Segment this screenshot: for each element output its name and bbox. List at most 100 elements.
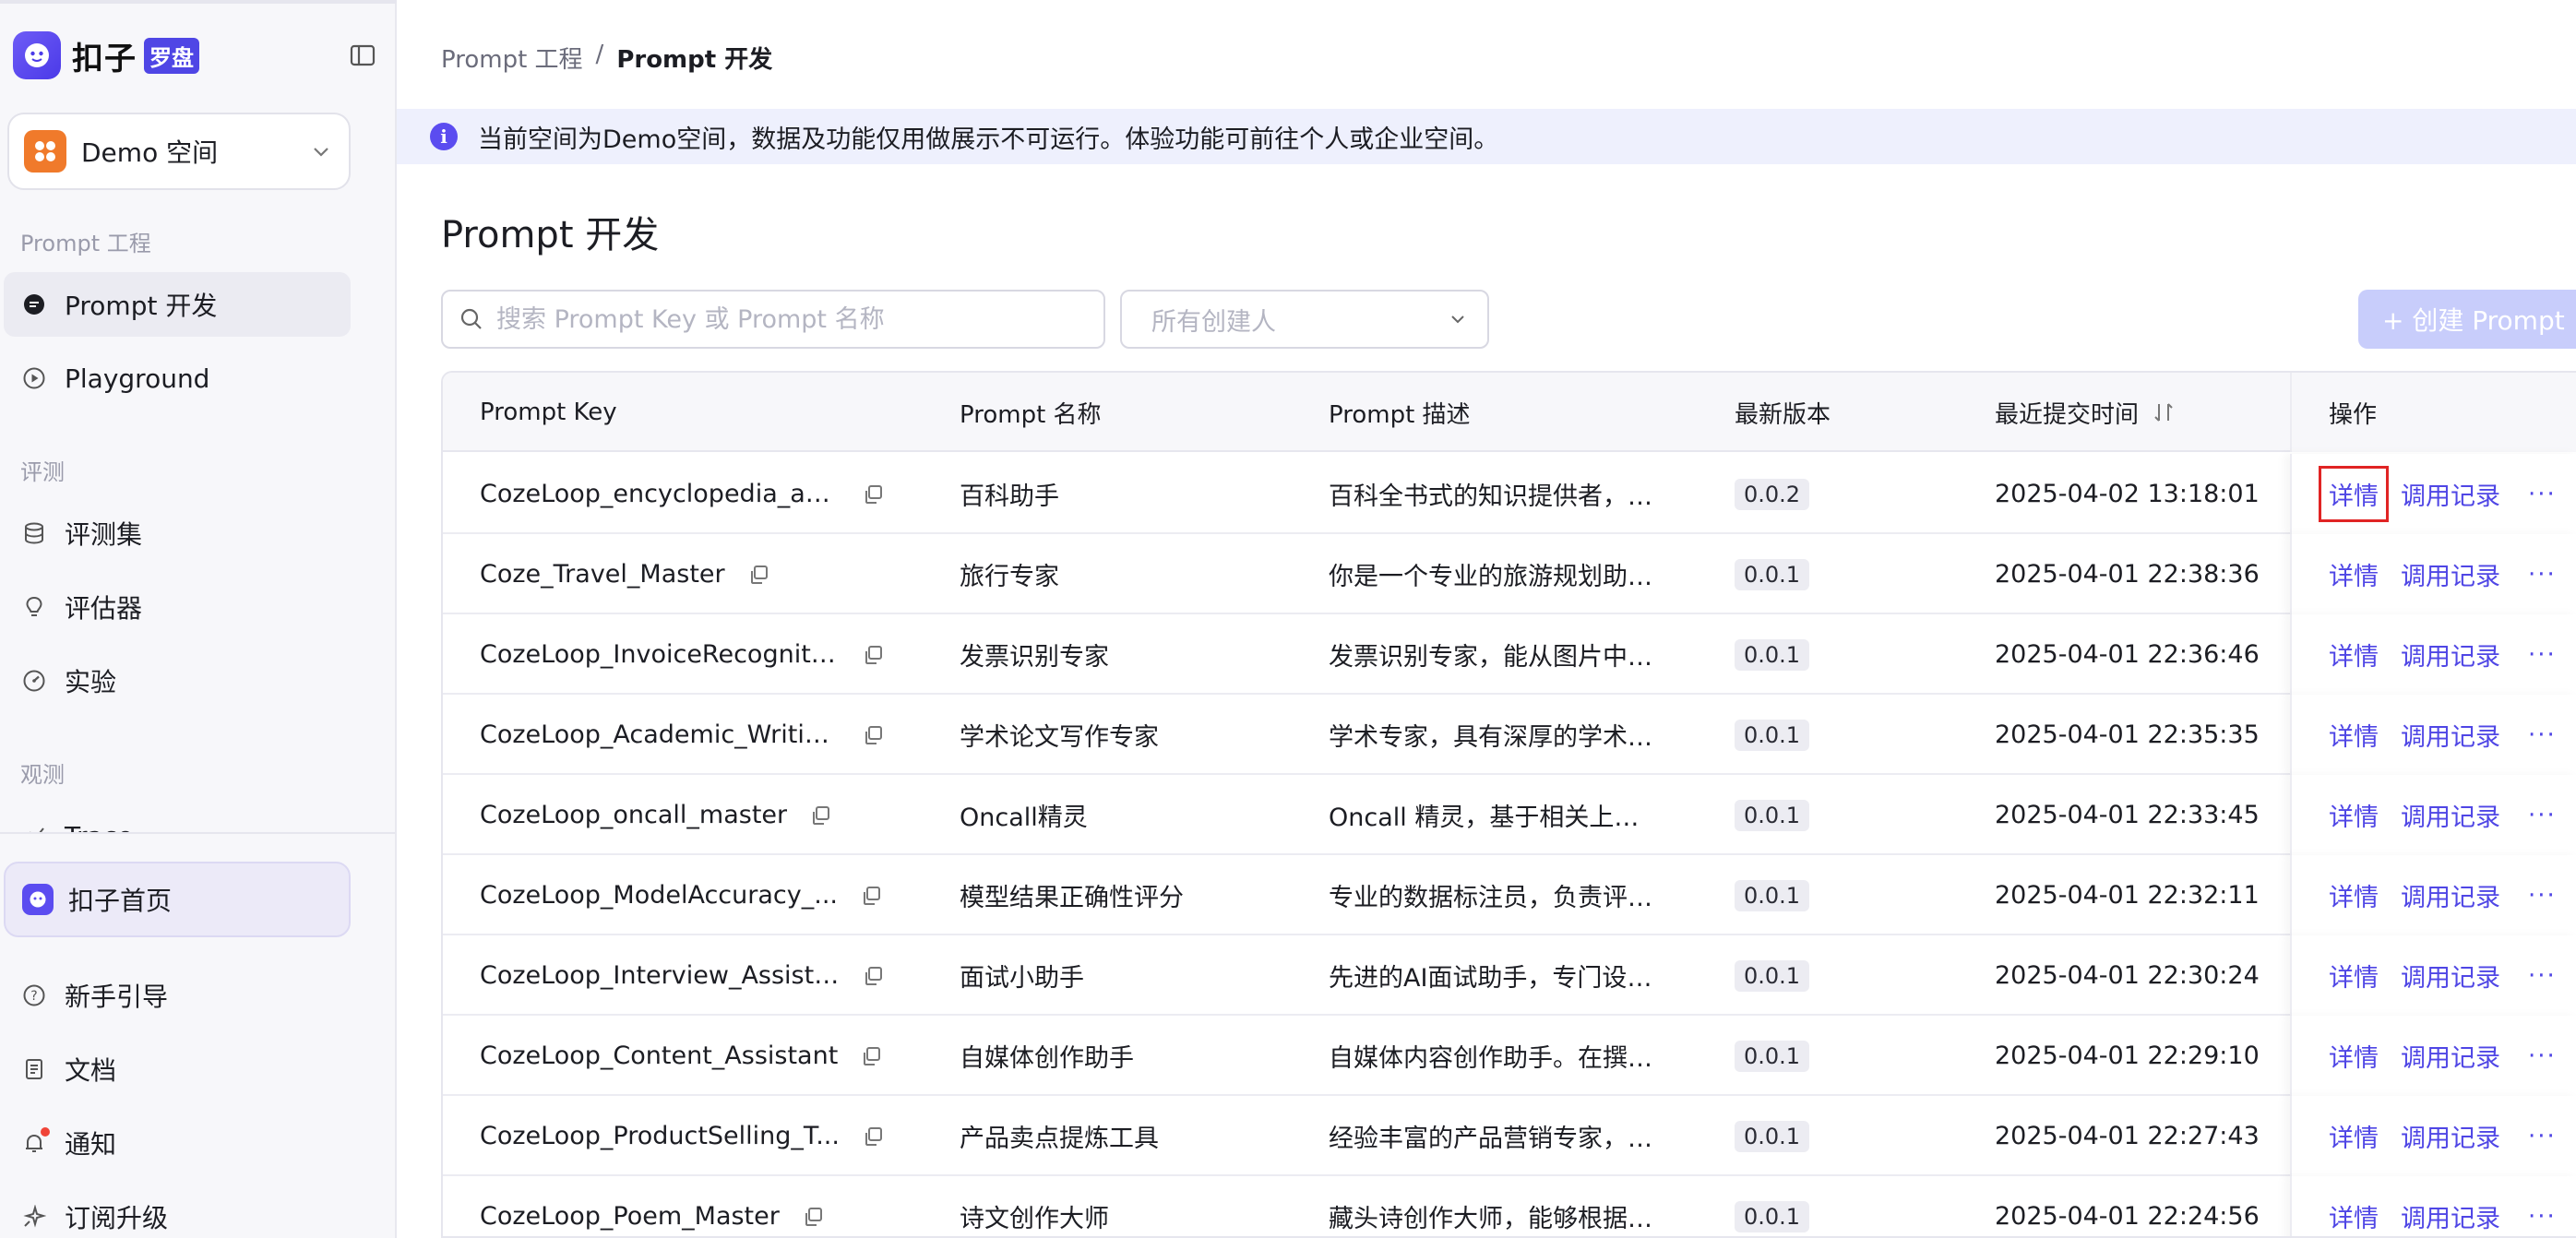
nav-item-experiment[interactable]: 实验 (4, 649, 351, 713)
docs-link[interactable]: 文档 (4, 1037, 351, 1101)
detail-link[interactable]: 详情 (2329, 1038, 2379, 1074)
prompt-key-text: CozeLoop_Poem_Master (480, 1202, 780, 1231)
call-records-link[interactable]: 调用记录 (2401, 637, 2500, 673)
prompt-desc-text: 先进的AI面试助手，专门设计... (1329, 964, 1661, 993)
copy-icon[interactable] (802, 1206, 824, 1228)
table-row[interactable]: CozeLoop_oncall_master Oncall精灵 Oncall 精灵，… (443, 775, 2576, 855)
table-row[interactable]: CozeLoop_Interview_Assista... 面试小助手 先进的AI面… (443, 935, 2576, 1016)
call-records-link[interactable]: 调用记录 (2401, 958, 2500, 994)
detail-link[interactable]: 详情 (2329, 556, 2379, 592)
nav-section-observe: 观测 (20, 762, 65, 788)
header-submit-time[interactable]: 最近提交时间 (1995, 373, 2176, 452)
search-input[interactable] (496, 304, 1068, 334)
copy-icon[interactable] (860, 1045, 882, 1067)
more-icon[interactable]: ··· (2528, 802, 2557, 829)
notifications-label: 通知 (65, 1129, 117, 1160)
detail-link[interactable]: 详情 (2319, 466, 2389, 522)
search-box[interactable] (441, 290, 1105, 349)
cell-prompt-desc: 先进的AI面试助手，专门设计... (1329, 935, 1735, 1016)
call-records-link[interactable]: 调用记录 (2401, 717, 2500, 753)
cell-ops: 详情 调用记录 ··· (2290, 1016, 2576, 1096)
call-records-link[interactable]: 调用记录 (2401, 476, 2500, 512)
prompt-key-text: CozeLoop_encyclopedia_as... (480, 480, 840, 508)
beginner-guide-label: 新手引导 (65, 982, 169, 1012)
call-records-link[interactable]: 调用记录 (2401, 556, 2500, 592)
help-circle-icon: ? (20, 982, 48, 1009)
table-row[interactable]: CozeLoop_ModelAccuracy_... 模型结果正确性评分 专业的数据… (443, 855, 2576, 935)
table-row[interactable]: CozeLoop_ProductSelling_T... 产品卖点提炼工具 经验丰富… (443, 1096, 2576, 1176)
space-switcher[interactable]: Demo 空间 (7, 113, 351, 190)
table-row[interactable]: Coze_Travel_Master 旅行专家 你是一个专业的旅游规划助手... 0.… (443, 534, 2576, 614)
call-records-link[interactable]: 调用记录 (2401, 1118, 2500, 1154)
copy-icon[interactable] (747, 564, 769, 586)
copy-icon[interactable] (862, 483, 884, 506)
prompt-key-text: CozeLoop_InvoiceRecogniti... (480, 640, 840, 669)
table-row[interactable]: CozeLoop_InvoiceRecogniti... 发票识别专家 发票识别专家… (443, 614, 2576, 695)
copy-icon[interactable] (862, 965, 884, 987)
more-icon[interactable]: ··· (2528, 721, 2557, 749)
more-icon[interactable]: ··· (2528, 962, 2557, 990)
call-records-link[interactable]: 调用记录 (2401, 1038, 2500, 1074)
nav-item-label: 实验 (65, 667, 117, 697)
cell-prompt-desc: 百科全书式的知识提供者，通... (1329, 454, 1735, 534)
cell-ops: 详情 调用记录 ··· (2290, 614, 2576, 695)
chevron-down-icon (314, 148, 328, 157)
creator-select[interactable]: 所有创建人 (1120, 290, 1489, 349)
table-row[interactable]: CozeLoop_Content_Assistant 自媒体创作助手 自媒体内容创作… (443, 1016, 2576, 1096)
more-icon[interactable]: ··· (2528, 481, 2557, 508)
notifications-link[interactable]: 通知 (4, 1111, 351, 1175)
call-records-link[interactable]: 调用记录 (2401, 797, 2500, 833)
coze-home-icon (22, 884, 54, 915)
copy-icon[interactable] (862, 644, 884, 666)
cell-version: 0.0.1 (1735, 1016, 1993, 1096)
nav-item-prompt-dev[interactable]: Prompt 开发 (4, 272, 351, 337)
sort-icon[interactable] (2152, 400, 2176, 424)
cell-prompt-key: CozeLoop_oncall_master (480, 775, 960, 855)
detail-link[interactable]: 详情 (2329, 717, 2379, 753)
space-name: Demo 空间 (81, 137, 219, 168)
detail-link[interactable]: 详情 (2329, 1118, 2379, 1154)
cell-ops: 详情 调用记录 ··· (2290, 1096, 2576, 1176)
table-row[interactable]: CozeLoop_Poem_Master 诗文创作大师 藏头诗创作大师，能够根据用.… (443, 1176, 2576, 1236)
copy-icon[interactable] (860, 885, 882, 907)
cell-submit-time: 2025-04-01 22:32:11 (1995, 881, 2260, 910)
breadcrumb-current: Prompt 开发 (616, 46, 773, 74)
upgrade-link[interactable]: 订阅升级 (4, 1184, 351, 1238)
detail-link[interactable]: 详情 (2329, 1198, 2379, 1234)
database-icon (20, 519, 48, 547)
nav-item-label: Prompt 开发 (65, 291, 218, 321)
call-records-link[interactable]: 调用记录 (2401, 1198, 2500, 1234)
detail-link[interactable]: 详情 (2329, 958, 2379, 994)
cell-prompt-desc: 经验丰富的产品营销专家，擅... (1329, 1096, 1735, 1176)
cell-submit-time: 2025-04-02 13:18:01 (1995, 480, 2260, 508)
more-icon[interactable]: ··· (2528, 561, 2557, 589)
brand-logo[interactable]: 扣子 罗盘 (13, 30, 382, 81)
create-prompt-button[interactable]: + 创建 Prompt (2358, 290, 2576, 349)
nav-item-playground[interactable]: Playground (4, 346, 351, 411)
more-icon[interactable]: ··· (2528, 641, 2557, 669)
coze-home-link[interactable]: 扣子首页 (4, 862, 351, 937)
copy-icon[interactable] (809, 804, 831, 827)
sidebar-collapse-icon[interactable] (349, 42, 376, 68)
beginner-guide-link[interactable]: ? 新手引导 (4, 963, 351, 1028)
prompt-desc-text: 经验丰富的产品营销专家，擅... (1329, 1125, 1661, 1153)
sidebar-bottom: 扣子首页 ? 新手引导 文档 通知 订阅升级 (0, 832, 395, 1238)
cell-ops: 详情 调用记录 ··· (2290, 454, 2576, 534)
detail-link[interactable]: 详情 (2329, 877, 2379, 913)
nav-item-eval-set[interactable]: 评测集 (4, 501, 351, 565)
cell-ops: 详情 调用记录 ··· (2290, 935, 2576, 1016)
more-icon[interactable]: ··· (2528, 882, 2557, 910)
more-icon[interactable]: ··· (2528, 1123, 2557, 1150)
more-icon[interactable]: ··· (2528, 1042, 2557, 1070)
nav-item-evaluator[interactable]: 评估器 (4, 575, 351, 639)
more-icon[interactable]: ··· (2528, 1203, 2557, 1231)
detail-link[interactable]: 详情 (2329, 797, 2379, 833)
copy-icon[interactable] (862, 1125, 884, 1148)
brand-name: 扣子 (72, 40, 137, 77)
breadcrumb-parent[interactable]: Prompt 工程 (441, 41, 583, 75)
detail-link[interactable]: 详情 (2329, 637, 2379, 673)
table-row[interactable]: CozeLoop_encyclopedia_as... 百科助手 百科全书式的知识提… (443, 454, 2576, 534)
copy-icon[interactable] (862, 724, 884, 746)
table-row[interactable]: CozeLoop_Academic_Writin... 学术论文写作专家 学术专家，… (443, 695, 2576, 775)
call-records-link[interactable]: 调用记录 (2401, 877, 2500, 913)
